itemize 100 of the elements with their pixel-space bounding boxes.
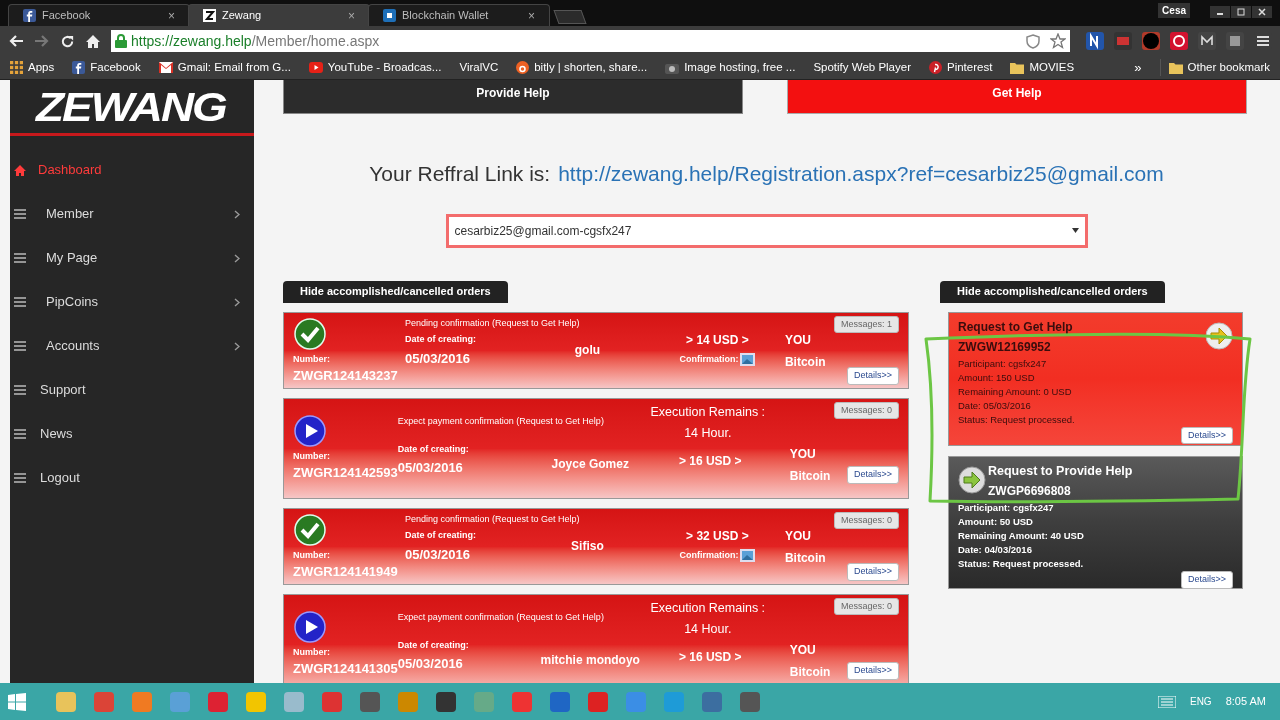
play-icon [294,414,326,447]
close-tab-button[interactable]: × [168,6,175,25]
address-field[interactable]: https://zewang.help/Member/home.aspx [111,30,1070,52]
list-icon [14,473,26,483]
date-label: Date of creating: [404,333,477,346]
browser-tab[interactable]: Zewang × [188,4,370,26]
bookmark-link[interactable]: Pinterest [929,58,993,77]
payment-method: Bitcoin [784,354,826,371]
home-icon[interactable] [85,33,101,49]
clock-time: 8:05 AM [1225,694,1266,710]
shield-icon[interactable] [1026,33,1040,49]
image-icon[interactable] [740,353,756,367]
sidebar-item[interactable]: PipCoins [10,280,254,324]
bookmark-link[interactable]: YouTube - Broadcas... [308,58,442,77]
maximize-icon[interactable] [1231,6,1251,18]
messages-badge[interactable]: Messages: 0 [833,597,899,615]
bookmark-link[interactable]: ViralVC [459,58,499,77]
account-dropdown[interactable]: cesarbiz25@gmail.com-cgsfx247 [445,213,1088,248]
details-button[interactable]: Details>> [846,466,899,484]
bookmark-link[interactable]: Apps [10,58,55,77]
bookmark-link[interactable]: Gmail: Email from G... [158,58,291,77]
n-extension-icon[interactable] [1086,32,1104,50]
request-detail: Remaining Amount: 0 USD [958,384,1073,399]
participant-name: Joyce Gomez [550,455,630,473]
details-button[interactable]: Details>> [846,563,899,581]
forward-icon[interactable] [34,34,50,48]
more-bookmarks-button[interactable]: » [1134,57,1142,78]
execution-label: Execution Remains : [650,599,766,617]
request-id: ZWGW12169952 [958,338,1052,356]
details-button[interactable]: Details>> [846,662,899,680]
order-number: ZWGR124142593 [293,465,398,482]
execution-label: Execution Remains : [650,403,766,421]
circle-extension-icon[interactable] [1142,32,1160,50]
new-tab-button[interactable] [553,10,587,24]
sidebar-item[interactable]: Support [10,368,254,412]
taskbar-app-icon[interactable] [700,689,724,714]
reload-icon[interactable] [60,33,75,49]
m-extension-icon[interactable] [1198,32,1216,50]
details-button[interactable]: Details>> [1180,571,1233,589]
site-logo[interactable]: ZEWANG [36,85,226,128]
date-label: Date of creating: [397,442,470,456]
messages-badge[interactable]: Messages: 0 [833,511,899,529]
messages-badge[interactable]: Messages: 0 [833,401,899,419]
list-icon [14,341,26,351]
bookmark-link[interactable]: Image hosting, free ... [665,58,796,77]
order-status: Pending confirmation (Request to Get Help) [404,512,581,526]
taskbar-app-icon[interactable] [548,689,572,714]
participant-name: golu [573,342,602,359]
close-icon[interactable] [1252,6,1272,18]
taskbar-app-icon[interactable] [738,689,762,714]
request-detail: Participant: cgsfx247 [958,356,1048,371]
payment-method: Bitcoin [789,663,831,681]
keyboard-icon [1157,695,1176,708]
close-tab-button[interactable]: × [348,6,355,25]
number-label: Number: [293,548,331,562]
hide-orders-button[interactable]: Hide accomplished/cancelled orders [283,280,508,303]
details-button[interactable]: Details>> [1180,426,1233,444]
order-amount: > 32 USD > [686,528,749,545]
ring-extension-icon[interactable] [1170,32,1188,50]
badge-extension-icon[interactable] [1114,32,1132,50]
sidebar-item[interactable]: Accounts [10,324,254,368]
details-button[interactable]: Details>> [846,367,899,385]
taskbar-app-icon[interactable] [358,689,382,714]
messages-badge[interactable]: Messages: 1 [833,315,899,333]
bookmark-link[interactable]: Facebook [72,58,141,77]
order-status: Expect payment confirmation (Request to Get Help) [397,610,605,624]
dropdown-arrow-icon [1071,228,1079,233]
help-button[interactable]: Provide Help [283,80,743,114]
browser-tab[interactable]: Blockchain Wallet × [368,4,550,26]
hide-orders-button[interactable]: Hide accomplished/cancelled orders [940,280,1165,303]
image-icon[interactable] [740,549,756,563]
taskbar-app-icon[interactable] [434,689,458,714]
help-button[interactable]: Get Help [787,80,1247,114]
checkmark-icon [294,513,326,546]
back-icon[interactable] [8,34,24,48]
sidebar-item[interactable]: Member [10,192,254,236]
browser-tab[interactable]: Facebook × [8,4,190,26]
sidebar-item[interactable]: News [10,412,254,456]
request-detail: Date: 05/03/2016 [958,398,1032,413]
confirmation-label: Confirmation: [679,549,739,562]
payment-method: Bitcoin [789,467,831,485]
sidebar-item[interactable]: My Page [10,236,254,280]
bookmark-link[interactable]: Spotify Web Player [813,58,911,77]
bookmark-link[interactable]: Other bookmark [1159,58,1270,77]
referral-link[interactable]: http://zewang.help/Registration.aspx?ref=cesarbiz25@gmail.com [558,158,1164,190]
recipient-name: YOU [784,528,812,545]
sidebar-item[interactable]: Dashboard [10,148,254,192]
close-tab-button[interactable]: × [528,6,535,25]
minimize-icon[interactable] [1210,6,1230,18]
sidebar-item[interactable]: Logout [10,456,254,500]
bookmark-link[interactable]: bitly | shorten, share... [516,58,648,77]
request-detail: Remaining Amount: 40 USD [958,529,1085,544]
square-extension-icon[interactable] [1226,32,1244,50]
star-icon[interactable] [1050,33,1066,49]
request-title: Request to Provide Help [988,462,1134,480]
play-icon [294,610,326,643]
circle-logo-icon [516,61,530,74]
windows-start-icon[interactable] [8,692,26,711]
execution-time: 14 Hour. [684,621,732,639]
bookmark-link[interactable]: MOVIES [1010,58,1075,77]
